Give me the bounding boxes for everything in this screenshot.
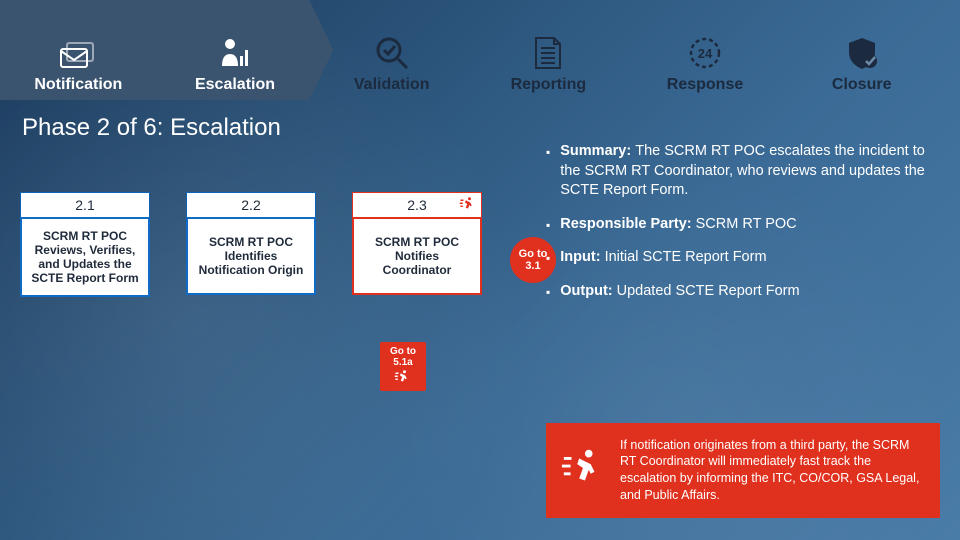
bullet-output: Output: Updated SCTE Report Form [546,282,940,302]
phase-label: Closure [832,76,892,94]
phase-response: 24 Response [627,0,784,100]
envelope-icon [60,42,96,70]
phase-escalation: Escalation [157,0,314,100]
document-icon [534,36,562,70]
goto-5-1a: Go to 5.1a [380,342,426,391]
step-number: 2.3 [352,192,482,217]
bullet-input: Input: Initial SCTE Report Form [546,248,940,268]
step-body: SCRM RT POC Notifies Coordinator [352,217,482,295]
step-2-2: 2.2 SCRM RT POC Identifies Notification … [186,192,316,297]
svg-text:24: 24 [698,46,713,61]
clock-24-icon: 24 [688,36,722,70]
phase-closure: Closure [783,0,940,100]
phase-label: Response [667,76,743,94]
fast-track-note: If notification originates from a third … [546,423,940,519]
shield-check-icon [845,36,879,70]
phase-label: Notification [34,76,122,94]
phase-chevron-row: Notification Escalation Validation Repor… [0,0,940,100]
phase-label: Escalation [195,76,275,94]
phase-label: Validation [354,76,430,94]
flow-area: 2.1 SCRM RT POC Reviews, Verifies, and U… [0,152,540,532]
step-2-1: 2.1 SCRM RT POC Reviews, Verifies, and U… [20,192,150,297]
fast-track-icon [394,378,412,389]
person-chart-icon [218,36,252,70]
step-number: 2.2 [186,192,316,217]
fast-track-icon [560,445,606,496]
fast-track-text: If notification originates from a third … [620,437,926,505]
bullet-list: Summary: The SCRM RT POC escalates the i… [546,142,940,315]
step-2-3: 2.3 SCRM RT POC Notifies Coordinator [352,192,482,297]
phase-notification: Notification [0,0,157,100]
magnifier-check-icon [375,36,409,70]
phase-validation: Validation [313,0,470,100]
bullet-summary: Summary: The SCRM RT POC escalates the i… [546,142,940,201]
phase-label: Reporting [511,76,587,94]
main-split: 2.1 SCRM RT POC Reviews, Verifies, and U… [0,152,960,532]
step-body: SCRM RT POC Reviews, Verifies, and Updat… [20,217,150,297]
bullet-responsible: Responsible Party: SCRM RT POC [546,215,940,235]
step-number: 2.1 [20,192,150,217]
phase-reporting: Reporting [470,0,627,100]
details-panel: Summary: The SCRM RT POC escalates the i… [540,152,960,532]
step-body: SCRM RT POC Identifies Notification Orig… [186,217,316,295]
fast-track-icon [459,195,477,216]
